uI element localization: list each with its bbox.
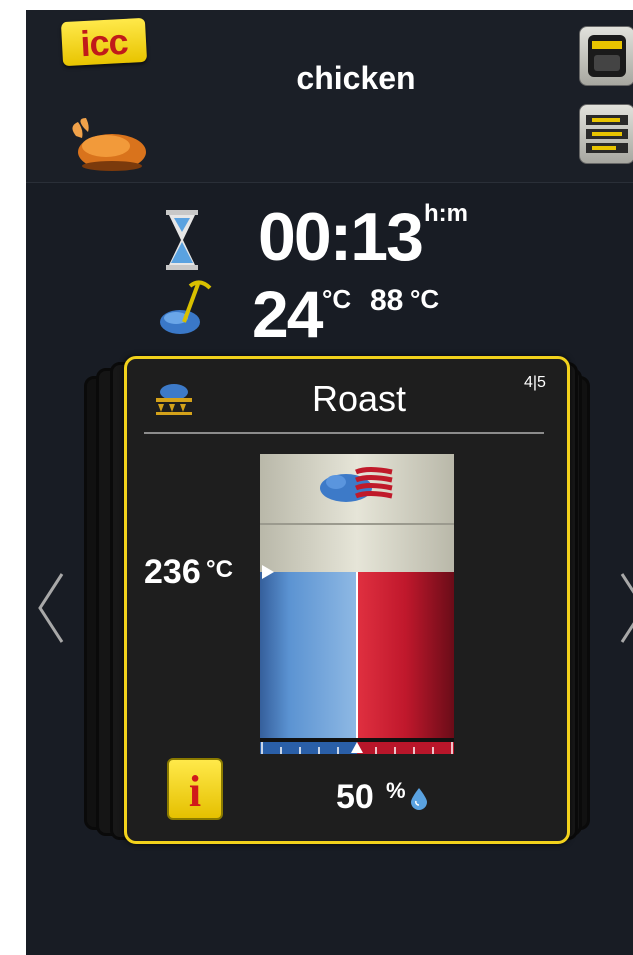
water-drop-icon bbox=[411, 788, 427, 810]
divider bbox=[144, 432, 544, 434]
display-button[interactable] bbox=[579, 26, 633, 86]
set-temperature[interactable]: 236 bbox=[144, 553, 201, 592]
set-temperature-unit: °C bbox=[206, 556, 233, 583]
core-target-unit: °C bbox=[410, 284, 440, 314]
core-temperature-unit: °C bbox=[322, 284, 352, 314]
temperature-pointer bbox=[262, 565, 274, 579]
step-counter: 4|5 bbox=[524, 374, 546, 391]
list-button[interactable] bbox=[579, 104, 633, 164]
roast-icon bbox=[156, 384, 192, 415]
chevron-right-icon[interactable] bbox=[616, 570, 633, 646]
info-icon: i bbox=[188, 767, 202, 816]
chevron-left-icon[interactable] bbox=[32, 570, 68, 646]
core-temperature[interactable]: 24 bbox=[252, 276, 323, 352]
humidity-unit: % bbox=[386, 778, 406, 803]
icc-logo[interactable]: icc bbox=[60, 17, 148, 67]
list-icon bbox=[586, 115, 628, 153]
core-probe-icon bbox=[160, 280, 212, 334]
core-target-temperature[interactable]: 88 bbox=[370, 284, 403, 318]
chicken-icon bbox=[72, 118, 146, 171]
humidity-value[interactable]: 50 bbox=[336, 778, 374, 817]
time-unit: h:m bbox=[424, 200, 468, 227]
info-button[interactable]: i bbox=[167, 758, 223, 820]
display-icon bbox=[588, 35, 626, 77]
program-title: chicken bbox=[296, 60, 416, 96]
hourglass-icon bbox=[166, 210, 198, 270]
oven-screen: icc chicken 00:13 h:m 24 °C 88 °C Roast … bbox=[26, 10, 633, 955]
logo-text: icc bbox=[79, 20, 129, 65]
step-name: Roast bbox=[311, 378, 407, 419]
time-remaining[interactable]: 00:13 bbox=[258, 198, 424, 276]
climate-gauge[interactable] bbox=[260, 454, 454, 754]
